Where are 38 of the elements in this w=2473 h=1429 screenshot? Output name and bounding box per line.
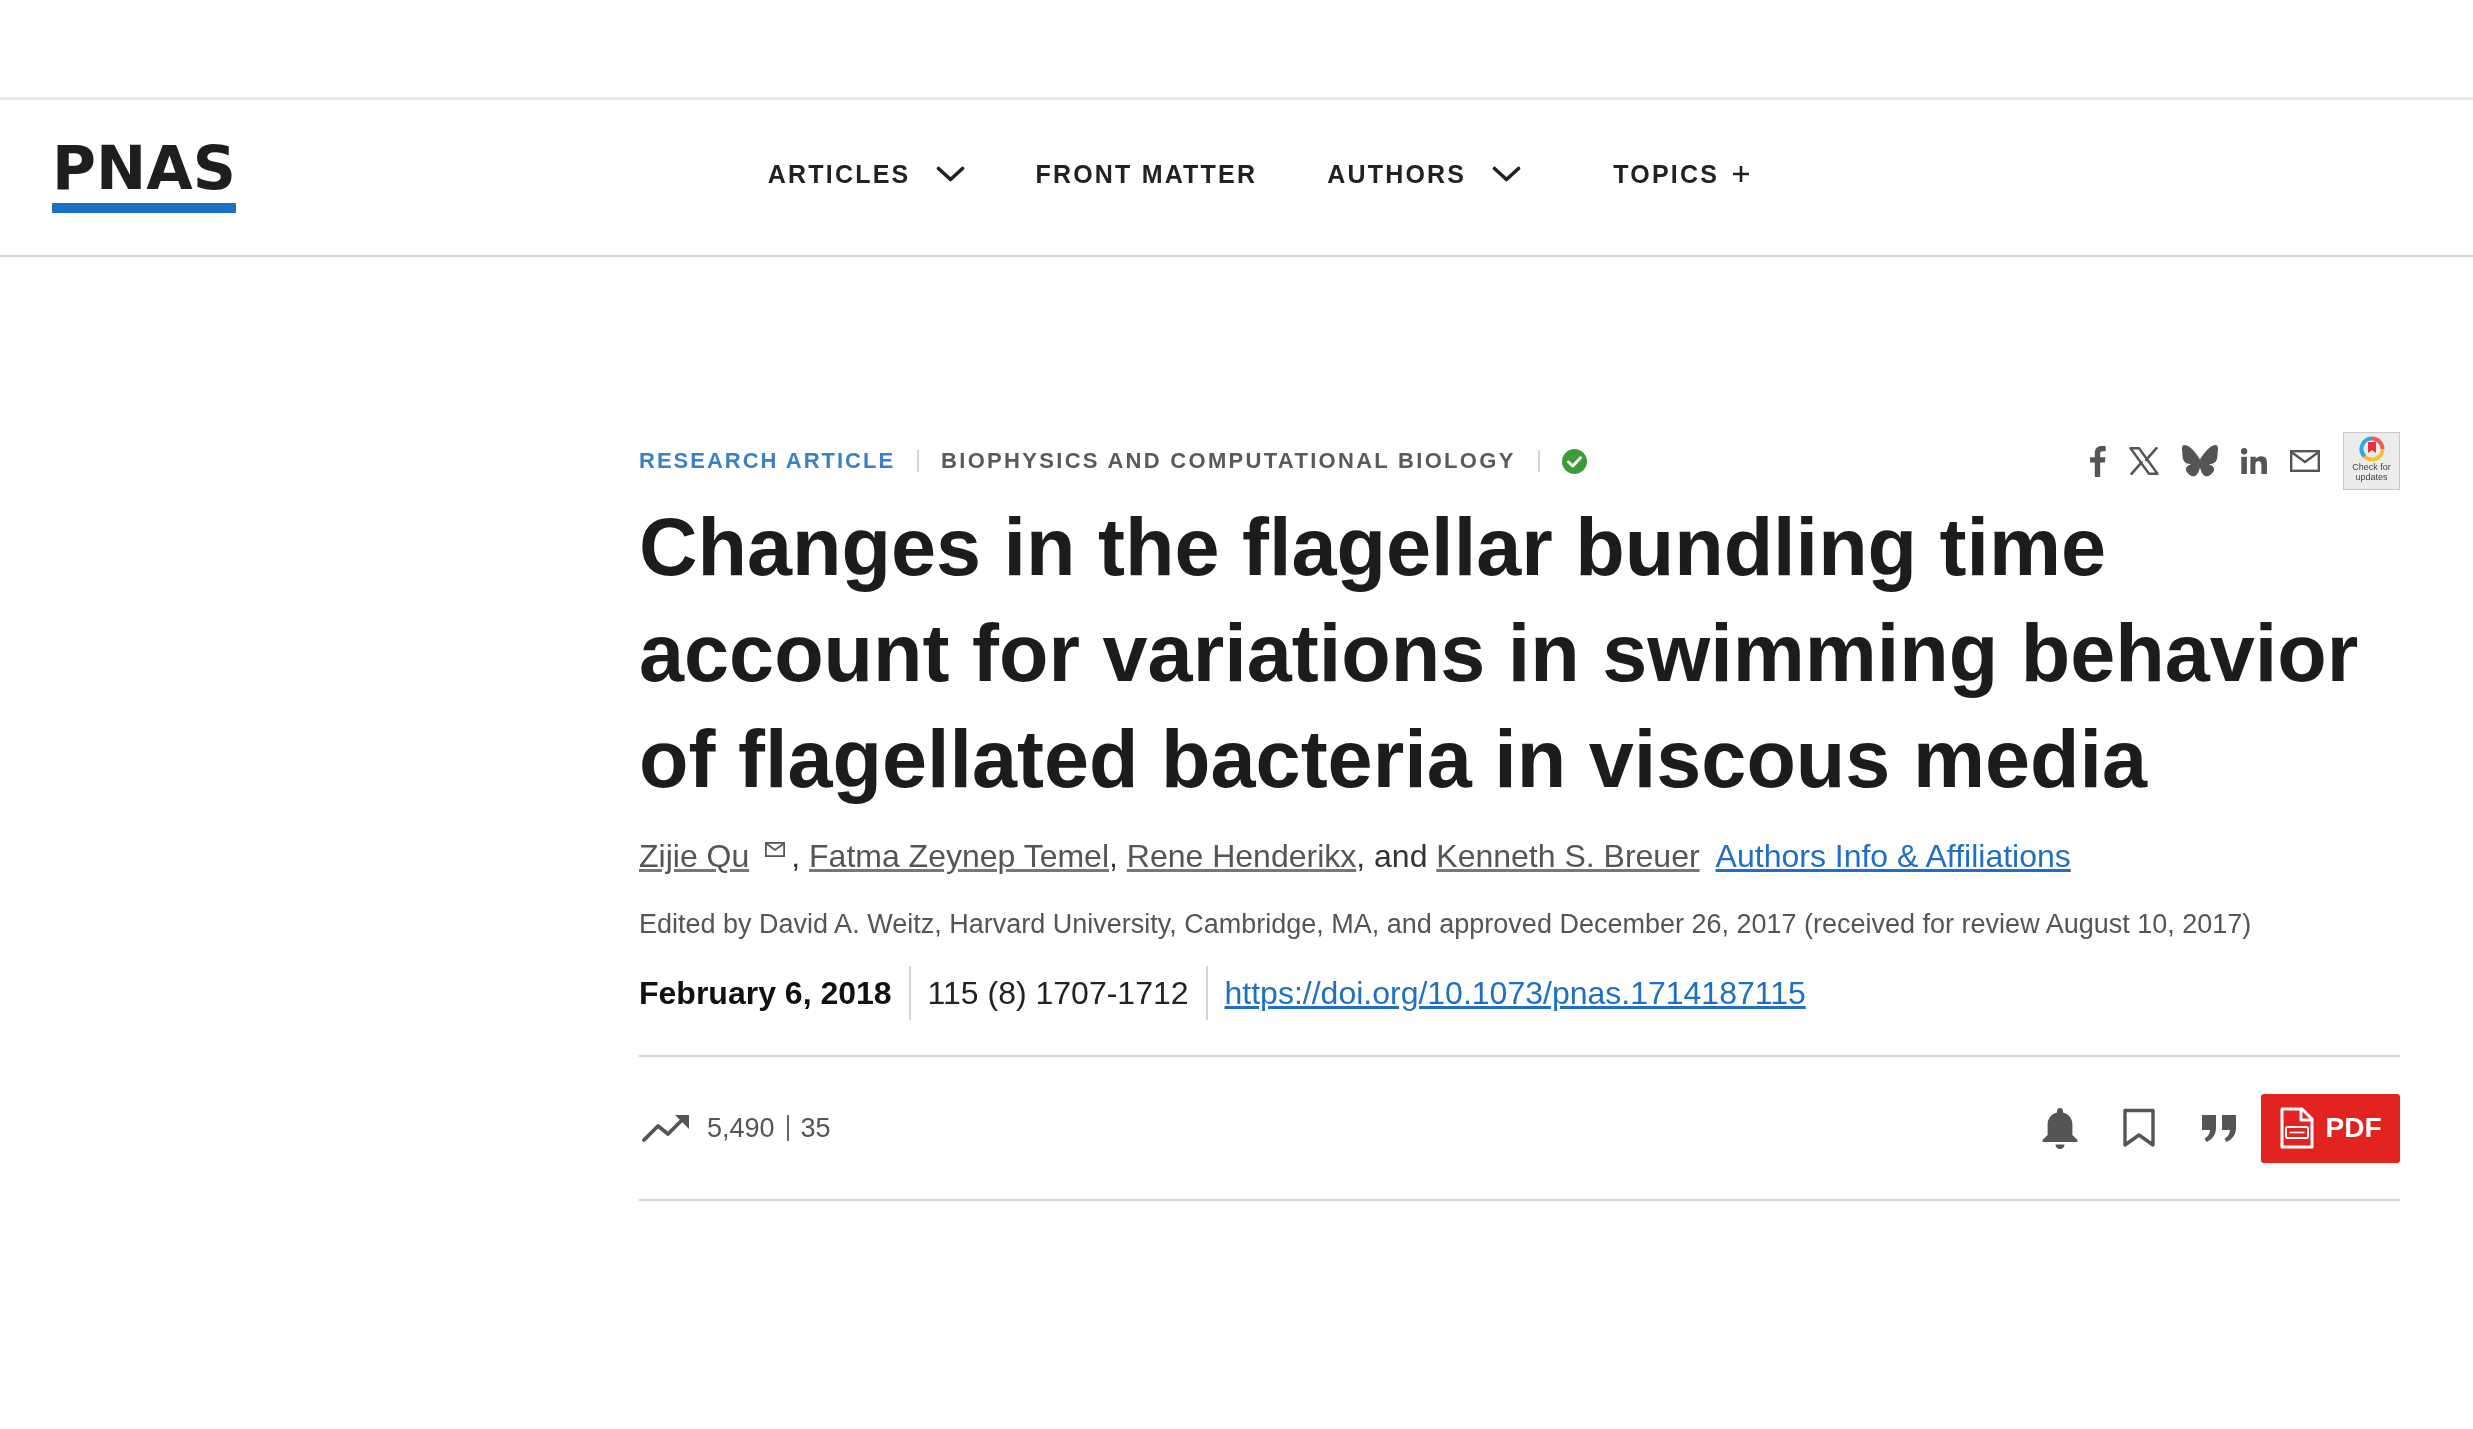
view-count: 5,490: [707, 1112, 775, 1144]
pdf-button[interactable]: PDF: [2261, 1093, 2400, 1163]
citation-info: 115 (8) 1707-1712: [927, 974, 1189, 1012]
nav-link[interactable]: AUTHORS: [1327, 156, 1522, 191]
pdf-file-icon: [2279, 1107, 2314, 1149]
article-title: Changes in the flagellar bundling time account for variations in swimming behavior of flagellated bacteria in viscous media: [639, 501, 2360, 806]
check-updates-badge[interactable]: Check for updates: [2343, 432, 2400, 490]
chevron-down-icon: [936, 165, 966, 182]
mail-icon[interactable]: [2290, 450, 2320, 472]
section-link[interactable]: BIOPHYSICS AND COMPUTATIONAL BIOLOGY: [941, 448, 1516, 474]
doi-link[interactable]: https://doi.org/10.1073/pnas.1714187115: [1224, 974, 1806, 1012]
publication-date: February 6, 2018: [639, 974, 892, 1012]
article-type-label: RESEARCH ARTICLE: [639, 448, 896, 474]
x-icon[interactable]: [2129, 447, 2159, 475]
bookmark-icon[interactable]: [2122, 1108, 2156, 1148]
author-link[interactable]: Rene Henderikx: [1126, 838, 1357, 874]
plus-icon: [1733, 165, 1750, 182]
editor-note: Edited by David A. Weitz, Harvard University, Cambridge, MA, and approved December 26, 2017 (received for review August 10, 2017): [639, 908, 2253, 941]
butterfly-icon[interactable]: [2182, 445, 2218, 477]
bell-icon[interactable]: [2041, 1106, 2079, 1150]
citation-count: 35: [800, 1112, 831, 1144]
check-circle-icon: [1561, 448, 1587, 474]
site-logo[interactable]: PNAS: [52, 144, 236, 213]
ring-bookmark-icon: [2358, 436, 2385, 462]
nav-link[interactable]: FRONT MATTER: [1035, 156, 1258, 191]
affiliations-link[interactable]: Authors Info & Affiliations: [1715, 834, 2071, 878]
trending-up-icon: [642, 1113, 691, 1143]
chevron-down-icon: [1492, 165, 1522, 182]
quote-icon[interactable]: [2202, 1114, 2236, 1142]
linkedin-icon[interactable]: [2241, 448, 2267, 474]
author-link[interactable]: Fatma Zeynep Temel: [809, 838, 1109, 874]
nav-link[interactable]: TOPICS: [1613, 156, 1750, 191]
author-link[interactable]: Zijie Qu: [639, 838, 750, 874]
author-list: Zijie Qu , Fatma Zeynep Temel, Rene Henderikx, and Kenneth S. Breuer: [639, 834, 1700, 878]
envelope-icon[interactable]: [765, 842, 786, 857]
author-link[interactable]: Kenneth S. Breuer: [1436, 838, 1700, 874]
facebook-icon[interactable]: [2089, 445, 2106, 477]
nav-link[interactable]: ARTICLES: [767, 156, 966, 191]
